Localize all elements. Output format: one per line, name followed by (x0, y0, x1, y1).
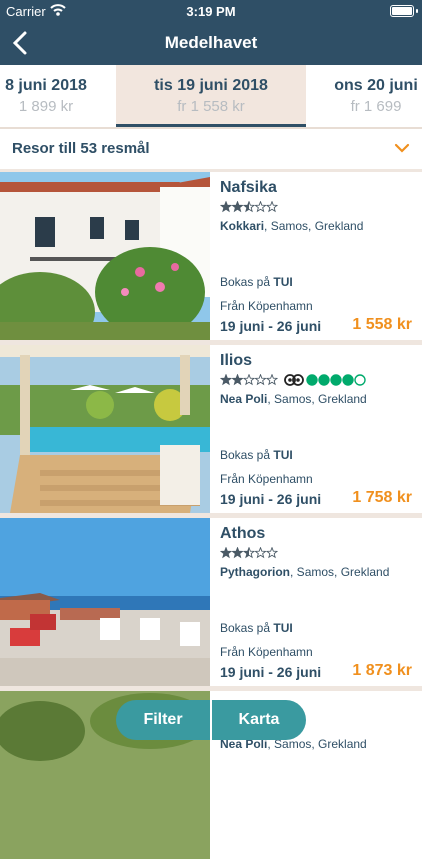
date-label: 8 juni 2018 (5, 77, 87, 94)
hotel-card-athos[interactable]: Athos Pythagorion, Samos, Grekland Bokas… (0, 518, 422, 686)
star-fill-icon (232, 201, 243, 212)
filter-button[interactable]: Filter (116, 700, 210, 740)
star-icon (265, 201, 278, 213)
rating-bubble-icon (318, 374, 330, 386)
hotel-info: Nafsika Kokkari, Samos, Grekland Bokas p… (220, 172, 412, 340)
star-fill-icon (232, 374, 243, 385)
booked-via: Bokas på TUI (220, 448, 293, 462)
rating-bubble-icon (342, 374, 354, 386)
travel-dates: 19 juni - 26 juni (220, 664, 322, 680)
star-fill-icon (220, 374, 232, 385)
price: 1 873 kr (352, 662, 412, 679)
date-tab-prev[interactable]: 8 juni 2018 1 899 kr (0, 65, 112, 127)
departure-city: Från Köpenhamn (220, 299, 313, 313)
page-title: Medelhavet (164, 33, 258, 52)
star-fill-icon (220, 201, 232, 212)
rating-bubble-icon (354, 374, 366, 386)
hotel-name: Nafsika (220, 179, 277, 196)
star-rating (220, 547, 278, 559)
price: 1 558 kr (352, 316, 412, 333)
battery-icon (390, 5, 414, 17)
hotel-info: Athos Pythagorion, Samos, Grekland Bokas… (220, 518, 412, 686)
hotel-name: Ilios (220, 352, 253, 369)
booked-prefix: Bokas på (220, 275, 274, 289)
hotel-location: Kokkari, Samos, Grekland (220, 219, 363, 233)
star-icon (265, 547, 278, 559)
location-region: , Samos, Grekland (290, 565, 390, 579)
clock: 3:19 PM (186, 4, 236, 19)
location-region: , Samos, Grekland (264, 219, 364, 233)
star-icon (254, 547, 267, 559)
travel-dates: 19 juni - 26 juni (220, 491, 322, 507)
departure-city: Från Köpenhamn (220, 472, 313, 486)
date-price: 1 899 kr (18, 98, 74, 115)
battery-cap (416, 9, 418, 13)
star-icon (254, 374, 267, 386)
date-label: ons 20 juni (334, 77, 418, 94)
status-bar: Carrier 3:19 PM (0, 0, 422, 22)
star-fill-icon (220, 547, 232, 558)
booked-prefix: Bokas på (220, 448, 274, 462)
booked-prefix: Bokas på (220, 621, 274, 635)
date-tabs: 8 juni 2018 1 899 kr tis 19 juni 2018 fr… (0, 65, 422, 129)
location-place: Nea Poli (220, 392, 268, 406)
price: 1 758 kr (352, 489, 412, 506)
star-icon (265, 374, 278, 386)
operator: TUI (273, 448, 293, 462)
hotel-location: Pythagorion, Samos, Grekland (220, 565, 389, 579)
star-icon (242, 374, 256, 386)
star-rating (220, 374, 278, 386)
map-button[interactable]: Karta (212, 700, 306, 740)
hotel-photo (0, 172, 210, 340)
rating-bubble-icon (330, 374, 342, 386)
date-tab-selected[interactable]: tis 19 juni 2018 fr 1 558 kr (116, 65, 306, 127)
header: Carrier 3:19 PM Medelhavet (0, 0, 422, 65)
hotel-location: Nea Poli, Samos, Grekland (220, 392, 367, 406)
hotel-photo (0, 518, 210, 686)
destinations-label: Resor till 53 resmål (12, 140, 150, 157)
tripadvisor-rating-icon (284, 374, 366, 386)
star-rating (220, 201, 278, 213)
hotel-card-ilios[interactable]: Ilios Nea Poli, Samos, Grekland Bokas på… (0, 345, 422, 513)
date-label: tis 19 juni 2018 (154, 77, 268, 94)
rating-bubble-icon (306, 374, 318, 386)
booked-via: Bokas på TUI (220, 621, 293, 635)
date-price: fr 1 558 kr (177, 98, 245, 115)
star-fill-icon (232, 547, 243, 558)
hotel-card-nafsika[interactable]: Nafsika Kokkari, Samos, Grekland Bokas p… (0, 172, 422, 340)
hotel-info: Ilios Nea Poli, Samos, Grekland Bokas på… (220, 345, 412, 513)
chevron-down-icon (394, 143, 410, 153)
operator: TUI (273, 275, 293, 289)
location-place: Pythagorion (220, 565, 291, 579)
floating-actions: Filter Karta (116, 700, 306, 740)
location-region: , Samos, Grekland (267, 392, 367, 406)
hotel-photo (0, 345, 210, 513)
booked-via: Bokas på TUI (220, 275, 293, 289)
departure-city: Från Köpenhamn (220, 645, 313, 659)
location-place: Kokkari (220, 219, 265, 233)
hotel-name: Athos (220, 525, 266, 542)
date-price: fr 1 699 (350, 98, 402, 115)
date-tab-next[interactable]: ons 20 juni fr 1 699 (310, 65, 422, 127)
travel-dates: 19 juni - 26 juni (220, 318, 322, 334)
star-icon (254, 201, 267, 213)
operator: TUI (273, 621, 293, 635)
destinations-dropdown[interactable]: Resor till 53 resmål (0, 129, 422, 169)
